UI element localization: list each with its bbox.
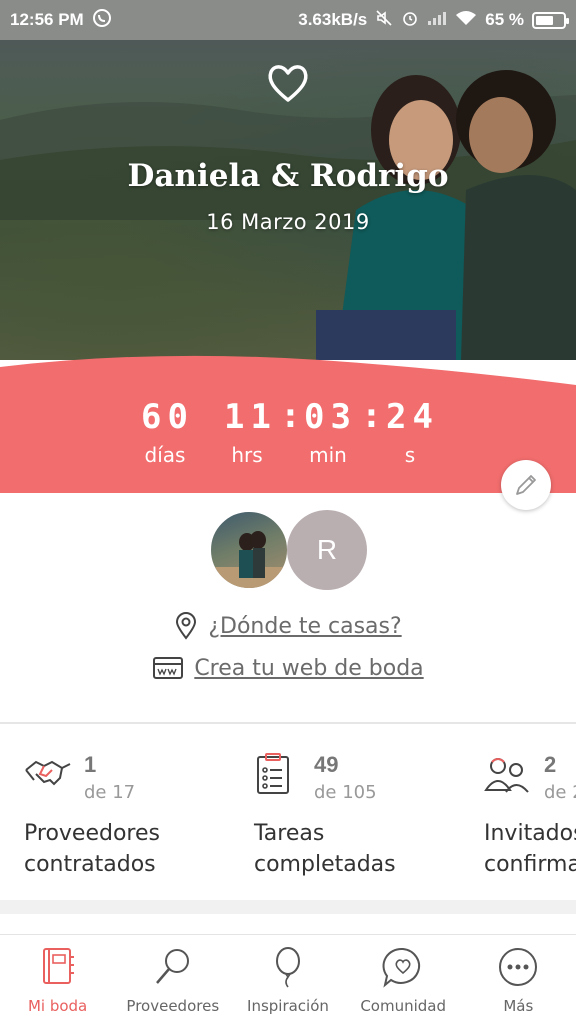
battery-icon <box>532 11 569 29</box>
signal-icon <box>427 10 447 31</box>
next-card-edge <box>0 914 576 934</box>
countdown-hours: 11 <box>224 397 277 437</box>
chat-heart-icon <box>382 947 421 988</box>
nav-item-mas[interactable]: Más <box>461 935 576 1024</box>
nav-item-comunidad[interactable]: Comunidad <box>346 935 461 1024</box>
stat-tasks-total: de 105 <box>314 782 377 803</box>
stat-label-line: completadas <box>254 852 396 877</box>
countdown-days-label: días <box>144 443 186 467</box>
stat-label-line: Invitados <box>484 821 576 846</box>
alarm-icon <box>401 9 419 32</box>
clipboard-icon <box>257 753 289 794</box>
countdown-minutes-label: min <box>309 443 347 467</box>
notebook-icon <box>42 948 74 984</box>
couple-avatars: R <box>0 510 576 592</box>
heart-logo-icon <box>268 65 308 102</box>
nav-item-proveedores[interactable]: Proveedores <box>115 935 230 1024</box>
stat-vendors-count: 1 <box>84 752 97 777</box>
status-bar: 12:56 PM 3.63kB/s 65 % <box>0 0 576 40</box>
section-spacer <box>0 900 576 934</box>
website-icon <box>153 657 184 679</box>
balloon-icon <box>275 947 300 988</box>
guests-icon <box>484 758 529 793</box>
avatar-photo-art <box>211 531 287 588</box>
avatar-partner[interactable]: R <box>287 510 367 590</box>
pencil-icon <box>516 475 536 495</box>
nav-label: Mi boda <box>27 997 88 1015</box>
edit-wedding-button[interactable] <box>501 460 551 510</box>
wedding-stats: 1 de 17 Proveedores contratados 49 de 10… <box>0 740 576 900</box>
nav-label: Más <box>503 997 534 1015</box>
nav-label: Inspiración <box>247 997 329 1015</box>
stat-label-line: contratados <box>24 852 156 877</box>
status-time: 12:56 PM <box>10 10 84 29</box>
stat-vendors-total: de 17 <box>84 782 136 803</box>
stat-label-line: confirmados <box>484 852 576 877</box>
mute-icon <box>375 9 393 32</box>
countdown-separator: : <box>284 397 297 435</box>
stat-guests-label: Invitados confirmados <box>484 818 576 880</box>
wedding-location-label[interactable]: ¿Dónde te casas? <box>208 614 401 639</box>
nav-label: Comunidad <box>360 997 446 1015</box>
couple-names: Daniela & Rodrigo <box>127 158 449 194</box>
countdown-days: 60 <box>141 397 194 437</box>
countdown-minutes: 03 <box>304 397 357 437</box>
bottom-navigation: Mi boda Proveedores Inspiración Comunida… <box>0 934 576 1024</box>
battery-percent: 65 % <box>485 10 524 29</box>
countdown-band: 60 11 : 03 : 24 días hrs min s <box>0 355 576 493</box>
countdown-seconds: 24 <box>386 397 439 437</box>
stat-label-line: Tareas <box>254 821 325 846</box>
location-pin-icon <box>176 612 197 640</box>
stat-tasks-count: 49 <box>314 752 339 777</box>
wedding-location-link[interactable]: ¿Dónde te casas? <box>0 612 576 640</box>
nav-item-inspiracion[interactable]: Inspiración <box>230 935 345 1024</box>
countdown-seconds-label: s <box>404 443 416 467</box>
wedding-date: 16 Marzo 2019 <box>206 210 370 234</box>
stat-guests-count: 2 <box>544 752 557 777</box>
network-speed: 3.63kB/s <box>298 10 368 29</box>
couple-photo <box>316 70 576 360</box>
hero-cover-photo[interactable]: Daniela & Rodrigo 16 Marzo 2019 <box>0 40 576 360</box>
avatar-couple-photo[interactable] <box>209 510 289 590</box>
stat-label-line: Proveedores <box>24 821 160 846</box>
countdown-hours-label: hrs <box>231 443 263 467</box>
stat-tasks-label: Tareas completadas <box>254 818 396 880</box>
section-divider <box>0 722 576 724</box>
nav-item-mi-boda[interactable]: Mi boda <box>0 935 115 1024</box>
handshake-icon <box>25 760 71 786</box>
wifi-icon <box>455 10 477 31</box>
countdown-separator: : <box>365 397 378 435</box>
more-icon <box>499 948 538 986</box>
nav-label: Proveedores <box>126 997 220 1015</box>
whatsapp-icon <box>92 8 112 33</box>
wedding-website-label[interactable]: Crea tu web de boda <box>194 656 423 681</box>
stat-vendors-label: Proveedores contratados <box>24 818 160 880</box>
wedding-website-link[interactable]: Crea tu web de boda <box>0 655 576 681</box>
stat-guests-total: de 2 <box>544 782 576 803</box>
search-icon <box>155 949 189 984</box>
